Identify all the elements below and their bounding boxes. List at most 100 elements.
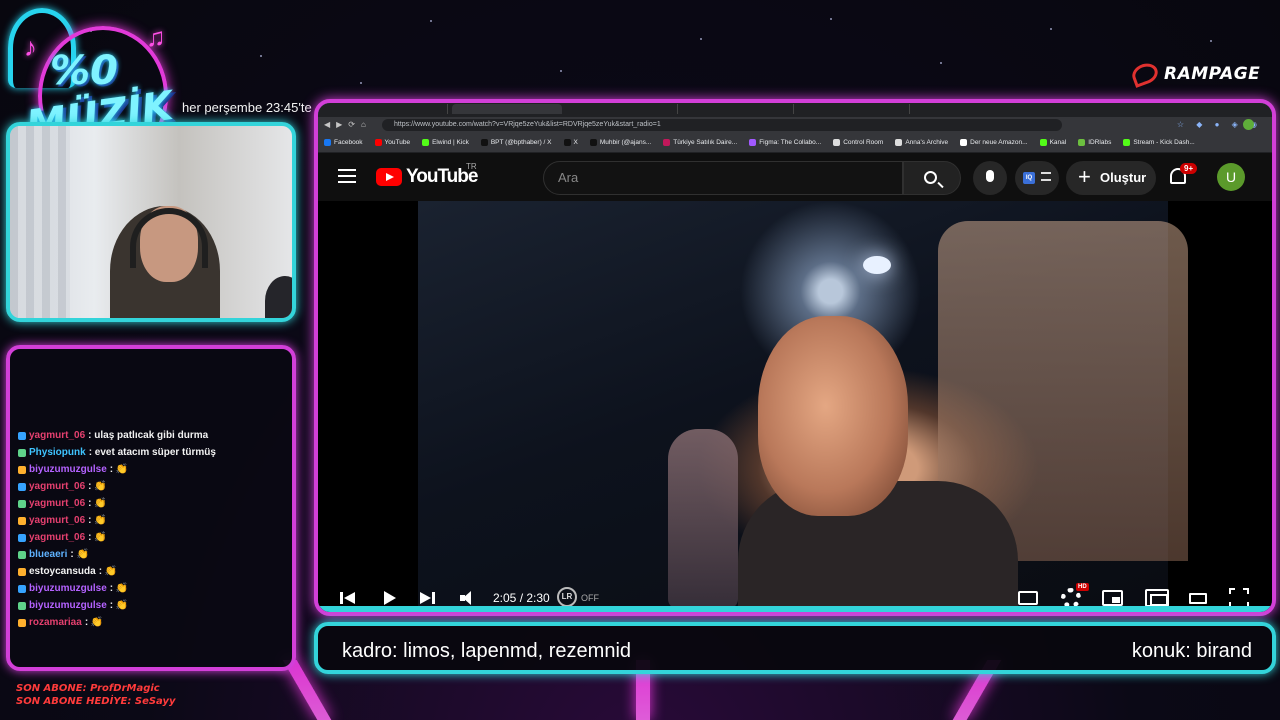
video-background-person xyxy=(668,429,738,609)
browser-frame: ◀▶⟳⌂ https://www.youtube.com/watch?v=VRj… xyxy=(314,99,1276,616)
chair xyxy=(265,276,292,318)
chat-text: : 👏 xyxy=(88,498,107,509)
bookmark-item[interactable]: Control Room xyxy=(833,139,883,146)
chat-badge-icon xyxy=(18,431,26,440)
chat-badge-icon xyxy=(18,618,26,627)
search-input[interactable]: Ara xyxy=(543,161,903,195)
chat-username[interactable]: yagmurt_06 xyxy=(29,532,85,543)
browser-tab[interactable] xyxy=(568,104,678,114)
bookmark-item[interactable]: Facebook xyxy=(324,139,363,146)
chat-badge-icon xyxy=(18,601,26,610)
bookmark-item[interactable]: YouTube xyxy=(374,139,411,146)
chat-username[interactable]: biyuzumuzgulse xyxy=(29,583,107,594)
miniplayer-icon[interactable] xyxy=(1102,590,1123,606)
chat-message: yagmurt_06: 👏 xyxy=(18,478,286,495)
guest-text: konuk: birand xyxy=(1131,640,1252,662)
player-controls: 2:05 / 2:30 LR OFF HD xyxy=(318,583,1272,611)
chat-badge-icon xyxy=(18,567,26,576)
subtitles-icon[interactable] xyxy=(1018,591,1038,605)
fullscreen-icon[interactable] xyxy=(1229,588,1249,608)
bookmark-label: Anna's Archive xyxy=(905,139,949,146)
logo-percent: %0 xyxy=(50,48,118,94)
play-icon[interactable] xyxy=(382,587,398,609)
chat-username[interactable]: yagmurt_06 xyxy=(29,430,85,441)
chat-message: yagmurt_06: 👏 xyxy=(18,512,286,529)
url-field[interactable]: https://www.youtube.com/watch?v=VRjqe5ze… xyxy=(382,119,1062,131)
chat-text: : 👏 xyxy=(98,566,118,577)
wall-decor xyxy=(10,126,70,318)
chat-username[interactable]: estoycansuda xyxy=(29,566,96,577)
bookmark-label: Elwind | Kick xyxy=(432,139,469,146)
bookmark-favicon-icon xyxy=(1123,139,1131,146)
chat-username[interactable]: yagmurt_06 xyxy=(29,498,85,509)
chat-text: : 👏 xyxy=(84,617,104,628)
chat-username[interactable]: yagmurt_06 xyxy=(29,515,85,526)
bookmark-favicon-icon xyxy=(480,139,488,146)
browser-tab[interactable] xyxy=(800,104,910,114)
theater-mode-icon[interactable] xyxy=(1145,589,1169,607)
browser-tab[interactable] xyxy=(684,104,794,114)
next-icon[interactable] xyxy=(420,587,436,609)
bookmark-favicon-icon xyxy=(324,139,331,146)
voice-search-button[interactable] xyxy=(973,161,1007,195)
browser-profile-avatar[interactable] xyxy=(1243,119,1254,130)
bookmark-item[interactable]: X xyxy=(563,139,578,146)
account-avatar[interactable]: U xyxy=(1217,163,1245,191)
hamburger-menu-icon[interactable] xyxy=(338,169,356,183)
nav-buttons[interactable]: ◀▶⟳⌂ xyxy=(324,120,372,129)
chat-message: yagmurt_06: 👏 xyxy=(18,529,286,546)
bookmark-label: Control Room xyxy=(843,139,884,146)
chat-username[interactable]: rozamariaa xyxy=(29,617,82,628)
previous-icon[interactable] xyxy=(340,587,356,609)
bookmark-item[interactable]: Muhbir (@ajans... xyxy=(589,139,652,146)
chat-badge-icon xyxy=(18,482,26,491)
bookmark-label: IDRlabs xyxy=(1088,139,1112,146)
bookmark-item[interactable]: Anna's Archive xyxy=(895,139,948,146)
lr-toggle[interactable]: LR xyxy=(557,587,577,607)
create-button[interactable]: Oluştur xyxy=(1066,160,1156,195)
chat-username[interactable]: yagmurt_06 xyxy=(29,481,85,492)
search-button[interactable] xyxy=(903,161,961,195)
settings-gear-icon[interactable] xyxy=(1061,588,1081,608)
bookmark-item[interactable]: Elwind | Kick xyxy=(422,139,469,146)
browser-tab[interactable] xyxy=(328,104,448,114)
bookmark-label: YouTube xyxy=(384,139,411,146)
chat-username[interactable]: Physiopunk xyxy=(29,447,86,458)
bookmark-item[interactable]: Der neue Amazon... xyxy=(960,139,1028,146)
chat-badge-icon xyxy=(18,584,26,593)
bookmark-favicon-icon xyxy=(563,139,571,146)
volume-icon[interactable] xyxy=(460,587,476,609)
cast-icon[interactable] xyxy=(1189,593,1207,604)
chat-message: yagmurt_06: ulaş patlıcak gibi durma xyxy=(18,427,286,444)
bookmark-label: Muhbir (@ajans... xyxy=(599,139,652,146)
extension-button[interactable]: IQ xyxy=(1015,161,1059,195)
bookmark-item[interactable]: BPT (@bpthaber) / X xyxy=(480,139,552,146)
bookmarks-bar: Facebook YouTube Elwind | Kick BPT (@bpthab… xyxy=(318,133,1272,153)
chat-message: estoycansuda: 👏 xyxy=(18,563,286,580)
chat-username[interactable]: biyuzumuzgulse xyxy=(29,600,107,611)
chat-badge-icon xyxy=(18,533,26,542)
bookmark-item[interactable]: Kanal xyxy=(1039,139,1066,146)
search-icon xyxy=(924,171,937,184)
bookmark-item[interactable]: Figma: The Collabo... xyxy=(749,139,821,146)
lr-state: OFF xyxy=(581,593,599,603)
bookmark-item[interactable]: IDRlabs xyxy=(1078,139,1111,146)
brand-name: RAMPAGE xyxy=(1164,64,1261,84)
last-gift-subscriber: SON ABONE HEDİYE: SeSayy xyxy=(16,696,176,707)
lower-third: kadro: limos, lapenmd, rezemnid konuk: b… xyxy=(314,622,1276,674)
bookmark-favicon-icon xyxy=(422,139,430,146)
chat-username[interactable]: blueaeri xyxy=(29,549,67,560)
chat-text: : 👏 xyxy=(70,549,89,560)
browser-tab-strip[interactable] xyxy=(318,103,1272,117)
lineup-text: kadro: limos, lapenmd, rezemnid xyxy=(342,640,632,662)
youtube-logo[interactable]: YouTube xyxy=(376,166,478,188)
bookmark-label: Stream - Kick Dash... xyxy=(1133,139,1195,146)
video-player[interactable]: 2:05 / 2:30 LR OFF HD xyxy=(318,201,1272,612)
chat-message: biyuzumuzgulse: 👏 xyxy=(18,580,286,597)
bookmark-item[interactable]: Stream - Kick Dash... xyxy=(1123,139,1195,146)
rampage-brand: RAMPAGE xyxy=(1129,60,1261,88)
browser-tab-active[interactable] xyxy=(452,104,562,114)
bookmark-favicon-icon xyxy=(663,139,671,146)
bookmark-item[interactable]: Türkiye Satılık Daire... xyxy=(663,139,737,146)
chat-username[interactable]: biyuzumuzgulse xyxy=(29,464,107,475)
